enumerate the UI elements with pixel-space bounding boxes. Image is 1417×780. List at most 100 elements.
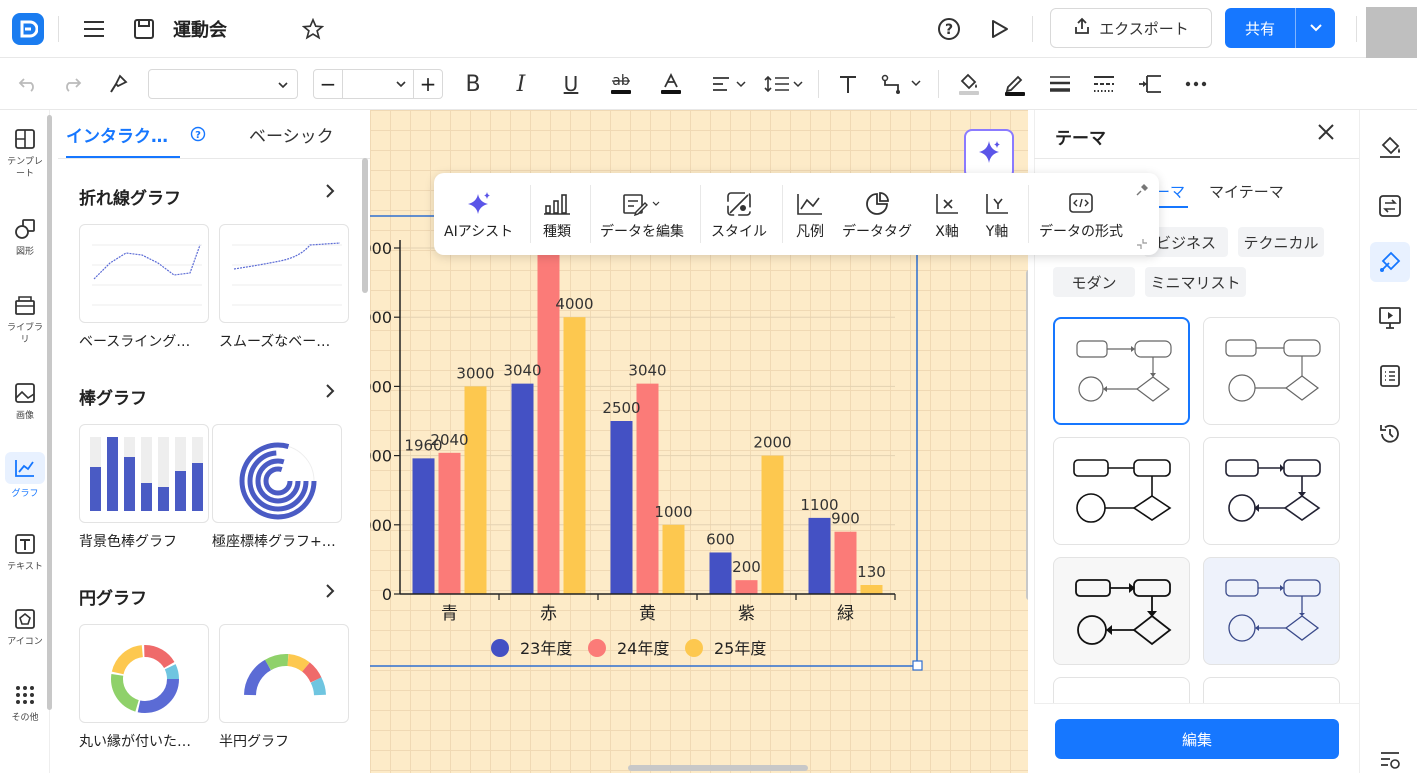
font-size-input[interactable] bbox=[342, 70, 414, 98]
underline-icon[interactable]: U bbox=[558, 68, 584, 100]
help-icon[interactable]: ? bbox=[190, 126, 206, 146]
sparkle-icon bbox=[975, 138, 1003, 170]
replace-icon[interactable] bbox=[1370, 186, 1410, 226]
play-icon[interactable] bbox=[984, 14, 1014, 44]
increase-font-size-button[interactable]: + bbox=[414, 70, 442, 98]
avatar[interactable] bbox=[1366, 7, 1417, 60]
toolbar-x-axis[interactable]: X軸 bbox=[934, 187, 960, 241]
toolbar-edit-data[interactable]: データを編集 bbox=[600, 187, 684, 241]
chevron-down-icon[interactable] bbox=[1296, 23, 1335, 33]
share-button[interactable]: 共有 bbox=[1225, 8, 1335, 48]
fill-color-icon[interactable] bbox=[954, 68, 984, 100]
template-icon bbox=[12, 126, 38, 152]
thumbnail-rounded-donut[interactable] bbox=[79, 624, 209, 723]
star-icon[interactable] bbox=[298, 15, 328, 43]
font-family-select[interactable] bbox=[148, 69, 298, 99]
bar bbox=[537, 234, 560, 594]
grid-dots-icon bbox=[12, 682, 38, 708]
menu-icon[interactable] bbox=[80, 15, 108, 43]
left-rail-scrollbar[interactable] bbox=[47, 115, 52, 710]
resize-handle[interactable] bbox=[912, 660, 923, 671]
arrow-style-icon[interactable] bbox=[1136, 68, 1164, 100]
font-size-stepper[interactable]: − + bbox=[313, 69, 443, 99]
chip-technical[interactable]: テクニカル bbox=[1238, 227, 1324, 257]
edit-theme-button[interactable]: 編集 bbox=[1055, 719, 1339, 759]
theme-icon[interactable] bbox=[1370, 242, 1410, 282]
undo-icon[interactable] bbox=[14, 68, 42, 100]
theme-card[interactable] bbox=[1203, 437, 1340, 545]
ai-assistant-button[interactable] bbox=[964, 129, 1014, 179]
toolbar-y-axis[interactable]: Y軸 bbox=[984, 187, 1010, 241]
connector-icon[interactable] bbox=[880, 68, 924, 100]
theme-card[interactable] bbox=[1053, 437, 1190, 545]
toolbar-chart-type[interactable]: 種類 bbox=[542, 187, 572, 241]
toolbar-data-tag[interactable]: データタグ bbox=[842, 187, 912, 241]
divider bbox=[58, 16, 59, 42]
thumbnail-background-bar[interactable] bbox=[79, 424, 209, 523]
rail-item-more[interactable]: その他 bbox=[0, 682, 50, 724]
rail-item-shapes[interactable]: 図形 bbox=[0, 216, 50, 258]
line-spacing-icon[interactable] bbox=[764, 68, 804, 100]
toolbar-style[interactable]: スタイル bbox=[711, 187, 767, 241]
rail-item-image[interactable]: 画像 bbox=[0, 380, 50, 422]
format-painter-icon[interactable] bbox=[104, 68, 132, 100]
theme-card[interactable] bbox=[1053, 317, 1190, 425]
rail-item-chart[interactable]: グラフ bbox=[0, 452, 50, 500]
toolbar-legend[interactable]: 凡例 bbox=[796, 187, 824, 241]
toolbar-data-format[interactable]: データの形式 bbox=[1039, 187, 1123, 241]
line-weight-icon[interactable] bbox=[1046, 68, 1074, 100]
text-icon[interactable] bbox=[834, 68, 862, 100]
app-logo-icon[interactable] bbox=[12, 13, 44, 45]
rail-item-library[interactable]: ライブラリ bbox=[0, 292, 50, 346]
align-icon[interactable] bbox=[710, 68, 748, 100]
y-axis-icon bbox=[984, 187, 1010, 221]
bold-icon[interactable]: B bbox=[460, 68, 486, 100]
presentation-icon[interactable] bbox=[1370, 298, 1410, 338]
tab-interactive[interactable]: インタラク… bbox=[66, 122, 168, 147]
thumbnail-baseline-line[interactable] bbox=[79, 224, 209, 323]
data-label: 2500 bbox=[602, 399, 640, 417]
theme-card[interactable] bbox=[1203, 317, 1340, 425]
chip-minimalist[interactable]: ミニマリスト bbox=[1145, 267, 1246, 297]
decrease-font-size-button[interactable]: − bbox=[314, 70, 342, 98]
sparkle-icon bbox=[465, 187, 493, 221]
canvas-scrollbar-vertical[interactable] bbox=[1026, 270, 1028, 600]
close-icon[interactable] bbox=[1316, 120, 1336, 148]
rail-item-icons[interactable]: アイコン bbox=[0, 606, 50, 648]
library-scrollbar[interactable] bbox=[362, 158, 368, 293]
chip-modern[interactable]: モダン bbox=[1053, 267, 1135, 297]
chevron-right-icon[interactable] bbox=[324, 183, 336, 204]
pin-icon[interactable] bbox=[1136, 181, 1150, 200]
tab-basic[interactable]: ベーシック bbox=[249, 122, 334, 147]
export-button[interactable]: エクスポート bbox=[1050, 8, 1212, 48]
data-label: 3040 bbox=[628, 362, 666, 380]
thumbnail-smooth-line[interactable] bbox=[219, 224, 349, 323]
save-icon[interactable] bbox=[130, 15, 158, 43]
settings-list-icon[interactable] bbox=[1370, 740, 1410, 780]
thumbnail-polar-bar[interactable] bbox=[212, 424, 342, 523]
redo-icon[interactable] bbox=[58, 68, 86, 100]
collapse-icon[interactable] bbox=[1136, 235, 1148, 254]
chevron-right-icon[interactable] bbox=[324, 583, 336, 604]
rail-item-template[interactable]: テンプレート bbox=[0, 126, 50, 180]
strikethrough-icon[interactable]: ab bbox=[608, 68, 634, 100]
line-style-icon[interactable] bbox=[1090, 68, 1118, 100]
thumbnail-semi-donut[interactable] bbox=[219, 624, 349, 723]
theme-card[interactable] bbox=[1053, 557, 1190, 665]
help-icon[interactable]: ? bbox=[934, 14, 964, 44]
tab-my-theme[interactable]: マイテーマ bbox=[1209, 181, 1284, 202]
italic-icon[interactable]: I bbox=[508, 68, 534, 100]
rail-item-text[interactable]: テキスト bbox=[0, 531, 50, 573]
divider bbox=[1032, 16, 1033, 42]
toolbar-ai-assistant[interactable]: AIアシスト bbox=[444, 187, 513, 241]
more-icon[interactable] bbox=[1182, 68, 1210, 100]
theme-card[interactable] bbox=[1203, 557, 1340, 665]
chevron-right-icon[interactable] bbox=[324, 383, 336, 404]
line-color-icon[interactable] bbox=[1000, 68, 1030, 100]
history-icon[interactable] bbox=[1370, 414, 1410, 454]
font-color-icon[interactable] bbox=[658, 68, 684, 100]
document-title[interactable]: 運動会 bbox=[173, 16, 227, 42]
fill-style-icon[interactable] bbox=[1370, 126, 1410, 166]
page-list-icon[interactable] bbox=[1370, 356, 1410, 396]
canvas-scrollbar-horizontal[interactable] bbox=[628, 765, 808, 771]
